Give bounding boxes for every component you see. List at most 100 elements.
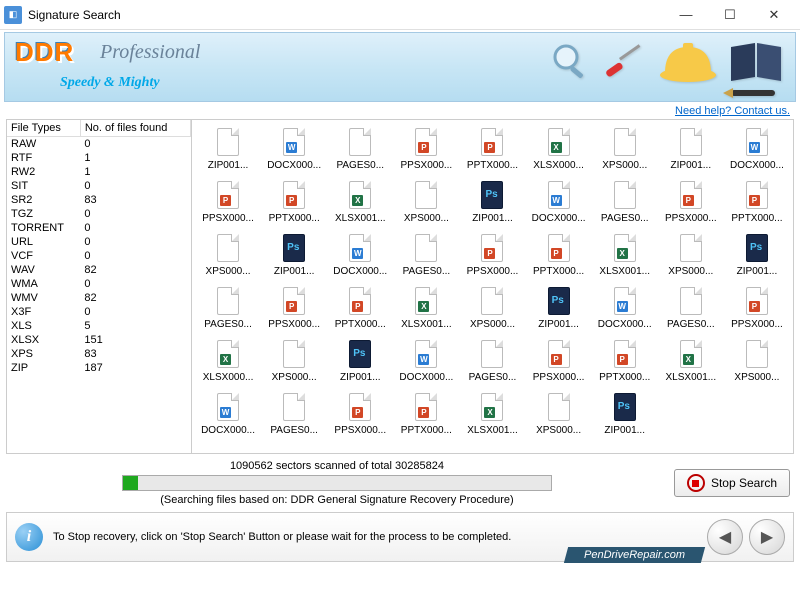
- file-item[interactable]: WDOCX000...: [527, 177, 591, 226]
- file-item[interactable]: PPPTX000...: [262, 177, 326, 226]
- file-grid-scroll[interactable]: ZIP001...WDOCX000...PAGES0...PPPSX000...…: [192, 120, 793, 453]
- col-file-count[interactable]: No. of files found: [80, 120, 190, 137]
- file-item[interactable]: WDOCX000...: [196, 389, 260, 438]
- file-icon: [743, 338, 771, 370]
- file-icon: [611, 179, 639, 211]
- file-item[interactable]: ZIP001...: [659, 124, 723, 173]
- file-item[interactable]: PPPTX000...: [460, 124, 524, 173]
- file-types-table-scroll[interactable]: File Types No. of files found RAW0RTF1RW…: [7, 120, 191, 453]
- table-row[interactable]: ZIP187: [7, 361, 191, 375]
- file-item[interactable]: PPPSX000...: [460, 230, 524, 279]
- file-count-cell: 0: [80, 137, 190, 152]
- file-count-cell: 151: [80, 333, 190, 347]
- file-item[interactable]: PPPTX000...: [394, 389, 458, 438]
- file-item[interactable]: PPPTX000...: [527, 230, 591, 279]
- table-row[interactable]: WMA0: [7, 277, 191, 291]
- table-row[interactable]: RTF1: [7, 151, 191, 165]
- file-item[interactable]: PPPTX000...: [328, 283, 392, 332]
- file-item[interactable]: PsZIP001...: [262, 230, 326, 279]
- file-item[interactable]: PPPTX000...: [593, 336, 657, 385]
- file-item[interactable]: XPS000...: [460, 283, 524, 332]
- file-item[interactable]: XXLSX001...: [328, 177, 392, 226]
- table-row[interactable]: RW21: [7, 165, 191, 179]
- file-item[interactable]: XPS000...: [659, 230, 723, 279]
- stop-icon: [687, 474, 705, 492]
- file-item[interactable]: PAGES0...: [593, 177, 657, 226]
- file-item[interactable]: P PPSX000...: [196, 177, 260, 226]
- file-item[interactable]: XPS000...: [196, 230, 260, 279]
- back-button[interactable]: ◀: [707, 519, 743, 555]
- file-item[interactable]: WDOCX000...: [328, 230, 392, 279]
- file-label: XPS000...: [596, 160, 654, 171]
- table-row[interactable]: X3F0: [7, 305, 191, 319]
- file-item[interactable]: PAGES0...: [659, 283, 723, 332]
- close-button[interactable]: ✕: [752, 0, 796, 30]
- file-icon: P: [743, 285, 771, 317]
- file-item[interactable]: WDOCX000...: [593, 283, 657, 332]
- file-item[interactable]: PPPSX000...: [527, 336, 591, 385]
- file-icon: W: [412, 338, 440, 370]
- table-row[interactable]: VCF0: [7, 249, 191, 263]
- file-item[interactable]: PsZIP001...: [593, 389, 657, 438]
- file-label: PAGES0...: [265, 425, 323, 436]
- file-item[interactable]: PAGES0...: [196, 283, 260, 332]
- table-row[interactable]: URL0: [7, 235, 191, 249]
- file-item[interactable]: PAGES0...: [262, 389, 326, 438]
- file-item[interactable]: PsZIP001...: [328, 336, 392, 385]
- forward-button[interactable]: ▶: [749, 519, 785, 555]
- file-item[interactable]: PPPSX000...: [725, 283, 789, 332]
- stop-search-button[interactable]: Stop Search: [674, 469, 790, 497]
- table-row[interactable]: TORRENT0: [7, 221, 191, 235]
- file-item[interactable]: PPPSX000...: [659, 177, 723, 226]
- table-row[interactable]: WAV82: [7, 263, 191, 277]
- file-item[interactable]: PsZIP001...: [460, 177, 524, 226]
- file-item[interactable]: XPS000...: [593, 124, 657, 173]
- file-item[interactable]: PAGES0...: [394, 230, 458, 279]
- file-item[interactable]: XPS000...: [527, 389, 591, 438]
- file-item[interactable]: WDOCX000...: [725, 124, 789, 173]
- file-icon: P: [214, 179, 242, 211]
- help-link[interactable]: Need help? Contact us.: [675, 105, 790, 117]
- file-item[interactable]: PAGES0...: [460, 336, 524, 385]
- file-item[interactable]: XPS000...: [725, 336, 789, 385]
- file-icon: X: [478, 391, 506, 423]
- file-item[interactable]: XXLSX001...: [593, 230, 657, 279]
- table-row[interactable]: SR283: [7, 193, 191, 207]
- table-row[interactable]: TGZ0: [7, 207, 191, 221]
- file-item[interactable]: PsZIP001...: [725, 230, 789, 279]
- file-icon: [412, 232, 440, 264]
- file-item[interactable]: XXLSX000...: [527, 124, 591, 173]
- table-row[interactable]: WMV82: [7, 291, 191, 305]
- file-item[interactable]: PPPSX000...: [262, 283, 326, 332]
- file-item[interactable]: XPS000...: [262, 336, 326, 385]
- file-item[interactable]: ZIP001...: [196, 124, 260, 173]
- file-label: ZIP001...: [596, 425, 654, 436]
- file-label: PPSX000...: [199, 213, 257, 224]
- maximize-button[interactable]: ☐: [708, 0, 752, 30]
- file-item[interactable]: PAGES0...: [328, 124, 392, 173]
- file-icon: P: [677, 179, 705, 211]
- file-item[interactable]: PsZIP001...: [527, 283, 591, 332]
- nav-buttons: ◀ ▶: [707, 519, 785, 555]
- file-item[interactable]: XXLSX001...: [460, 389, 524, 438]
- file-item[interactable]: WDOCX000...: [262, 124, 326, 173]
- col-file-types[interactable]: File Types: [7, 120, 80, 137]
- file-label: DOCX000...: [596, 319, 654, 330]
- file-item[interactable]: PPPTX000...: [725, 177, 789, 226]
- file-item[interactable]: XXLSX001...: [659, 336, 723, 385]
- file-item[interactable]: XPS000...: [394, 177, 458, 226]
- banner: DDR Professional Speedy & Mighty: [4, 32, 796, 102]
- table-row[interactable]: XLSX151: [7, 333, 191, 347]
- table-row[interactable]: XLS5: [7, 319, 191, 333]
- file-item[interactable]: PPPSX000...: [394, 124, 458, 173]
- file-item[interactable]: PPPSX000...: [328, 389, 392, 438]
- file-item[interactable]: WDOCX000...: [394, 336, 458, 385]
- file-item[interactable]: XXLSX001...: [394, 283, 458, 332]
- table-row[interactable]: RAW0: [7, 137, 191, 152]
- table-row[interactable]: XPS83: [7, 347, 191, 361]
- table-row[interactable]: SIT0: [7, 179, 191, 193]
- file-item[interactable]: XXLSX000...: [196, 336, 260, 385]
- minimize-button[interactable]: —: [664, 0, 708, 30]
- file-label: XPS000...: [265, 372, 323, 383]
- pen-icon: [723, 83, 787, 102]
